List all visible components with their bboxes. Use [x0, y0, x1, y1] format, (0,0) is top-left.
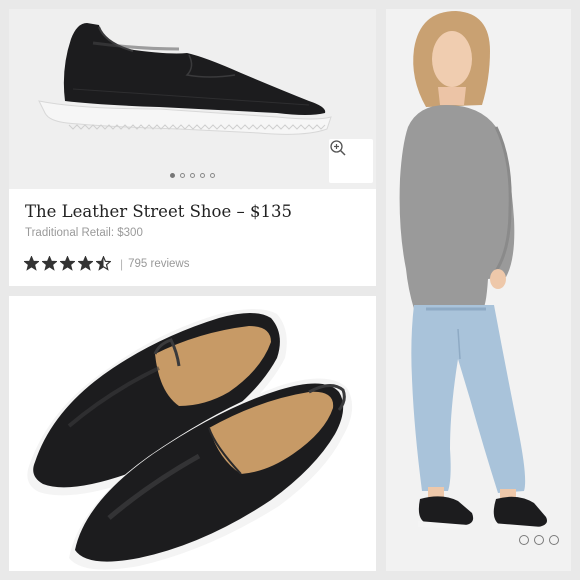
product-title: The Leather Street Shoe – $135	[25, 202, 292, 221]
carousel-dot[interactable]	[170, 173, 175, 178]
carousel-dot[interactable]	[190, 173, 195, 178]
product-card: The Leather Street Shoe – $135 Tradition…	[9, 9, 376, 286]
star-icon	[60, 256, 75, 271]
zoom-in-icon	[330, 140, 346, 156]
zoom-button[interactable]	[329, 139, 373, 183]
model-carousel-dot[interactable]	[549, 535, 559, 545]
shoe-pair-image[interactable]	[9, 296, 376, 571]
single-shoe-illustration	[38, 23, 332, 135]
product-hero-image[interactable]	[9, 9, 376, 189]
carousel-dot[interactable]	[200, 173, 205, 178]
star-icon	[96, 256, 111, 271]
rating-row[interactable]: | 795 reviews	[24, 256, 190, 271]
carousel-dots	[9, 173, 376, 178]
star-icon	[78, 256, 93, 271]
model-carousel-dot[interactable]	[519, 535, 529, 545]
model-carousel-dot[interactable]	[534, 535, 544, 545]
rating-separator: |	[120, 256, 124, 271]
model-photo[interactable]	[386, 9, 571, 571]
carousel-dot[interactable]	[180, 173, 185, 178]
star-icon	[24, 256, 39, 271]
star-rating	[24, 256, 114, 271]
star-icon	[42, 256, 57, 271]
model-illustration	[386, 9, 571, 571]
carousel-dot[interactable]	[210, 173, 215, 178]
retail-price: Traditional Retail: $300	[25, 227, 143, 239]
shoe-pair-illustration	[27, 309, 353, 570]
review-count-link[interactable]: 795 reviews	[128, 258, 189, 270]
model-carousel-dots	[519, 535, 559, 545]
